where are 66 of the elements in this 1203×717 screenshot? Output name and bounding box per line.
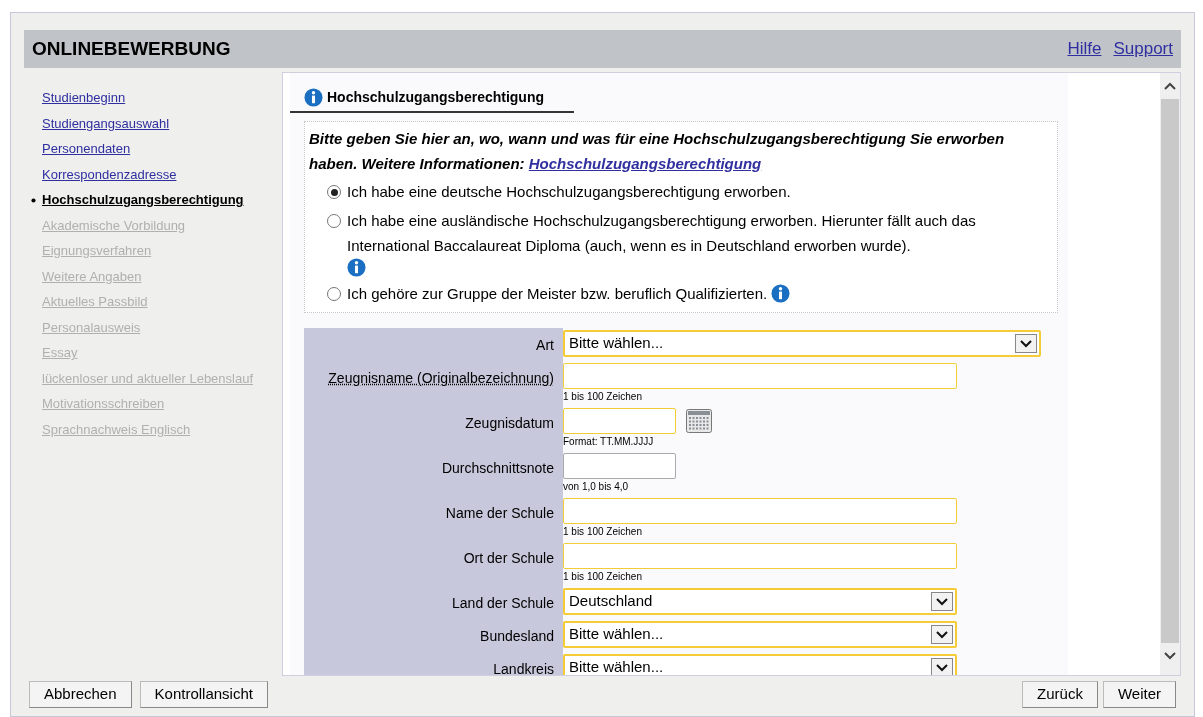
field-label: Zeugnisdatum (464, 414, 555, 433)
field-label: Land der Schule (451, 594, 555, 613)
input-field[interactable] (563, 408, 676, 434)
radio-button[interactable] (327, 214, 341, 228)
option-label: Ich gehöre zur Gruppe der Meister bzw. beruflich Qualifizierten. (347, 284, 768, 304)
info-link[interactable]: Hochschulzugangsberechtigung (528, 155, 762, 172)
input-field[interactable] (563, 498, 957, 524)
dropdown[interactable]: Bitte wählen... (563, 621, 957, 648)
info-icon[interactable] (304, 88, 323, 108)
field-label: Ort der Schule (462, 549, 555, 568)
page-title: ONLINEBEWERBUNG (32, 36, 231, 61)
sidebar-link: Akademische Vorbildung (42, 216, 186, 235)
field-label: Bundesland (479, 627, 555, 646)
calendar-icon[interactable] (686, 409, 712, 433)
scroll-down-icon[interactable] (1163, 651, 1177, 661)
field-hint: von 1,0 bis 4,0 (563, 480, 630, 493)
field-label: Name der Schule (444, 504, 555, 523)
dropdown[interactable]: Bitte wählen... (563, 330, 1041, 357)
field-hint: 1 bis 100 Zeichen (563, 570, 643, 583)
field-hint: 1 bis 100 Zeichen (563, 525, 643, 538)
field-label: Art (535, 336, 555, 355)
dropdown[interactable]: Bitte wählen... (563, 654, 957, 675)
radio-button[interactable] (327, 287, 341, 301)
sidebar-link: Weitere Angaben (42, 267, 142, 286)
sidebar-link[interactable]: Studiengangsauswahl (42, 113, 170, 133)
input-field[interactable] (563, 363, 957, 389)
sidebar-link[interactable]: Korrespondenzadresse (42, 164, 177, 184)
sidebar-link: Eignungsverfahren (42, 242, 152, 260)
scrollbar[interactable] (1160, 73, 1180, 675)
info-icon[interactable] (347, 258, 366, 277)
sidebar-link: Aktuelles Passbild (42, 293, 148, 311)
field-label: Zeugnisname (Originalbezeichnung) (327, 369, 555, 388)
sidebar-link[interactable]: Hochschulzugangsberechtigung (42, 190, 244, 210)
caret-icon[interactable] (936, 630, 948, 639)
input-field[interactable] (563, 543, 957, 569)
input-field[interactable] (563, 453, 676, 479)
sidebar-link: Sprachnachweis Englisch (42, 420, 191, 439)
header-link[interactable]: Support (1113, 36, 1173, 62)
sidebar-link: Personalausweis (42, 318, 141, 337)
sidebar-link[interactable]: Studienbeginn (42, 88, 126, 108)
sidebar-link: lückenloser und aktueller Lebenslauf (42, 369, 254, 388)
field-label: Durchschnittsnote (440, 459, 555, 478)
header-link[interactable]: Hilfe (1067, 36, 1102, 62)
dropdown[interactable]: Deutschland (563, 588, 957, 615)
field-label: Landkreis (492, 660, 555, 675)
sidebar-link: Motivationsschreiben (42, 395, 165, 413)
field-hint: 1 bis 100 Zeichen (563, 390, 643, 403)
radio-button[interactable] (327, 185, 341, 199)
caret-icon[interactable] (936, 597, 948, 606)
bullet-icon (30, 198, 36, 204)
caret-icon[interactable] (936, 663, 948, 672)
sidebar-link: Essay (42, 344, 78, 362)
action-button[interactable]: Weiter (1102, 681, 1176, 708)
action-button[interactable]: Kontrollansicht (139, 681, 268, 708)
action-button[interactable]: Abbrechen (29, 681, 132, 708)
caret-icon[interactable] (1020, 339, 1032, 348)
action-button[interactable]: Zurück (1022, 681, 1098, 708)
intro-text: Bitte geben Sie hier an, wo, wann und was für eine Hochschulzugangsberechtigung Sie erworben haben. Weitere Informationen: Hochschulzugangsberechtigung (309, 129, 1006, 174)
sidebar-link[interactable]: Personendaten (42, 139, 131, 159)
option-label: Ich habe eine ausländische Hochschulzugangsberechtigung erworben. Hierunter fällt auch das International Baccalaureat Diploma (auch, wenn es in Deutschland erworben wurde). (347, 211, 977, 256)
scroll-up-icon[interactable] (1163, 81, 1177, 91)
option-label: Ich habe eine deutsche Hochschulzugangsberechtigung erworben. (347, 182, 791, 202)
field-hint: Format: TT.MM.JJJJ (563, 435, 655, 448)
section-title: Hochschulzugangsberechtigung (327, 87, 544, 107)
info-icon[interactable] (771, 284, 791, 303)
scrollbar-thumb[interactable] (1161, 99, 1179, 643)
